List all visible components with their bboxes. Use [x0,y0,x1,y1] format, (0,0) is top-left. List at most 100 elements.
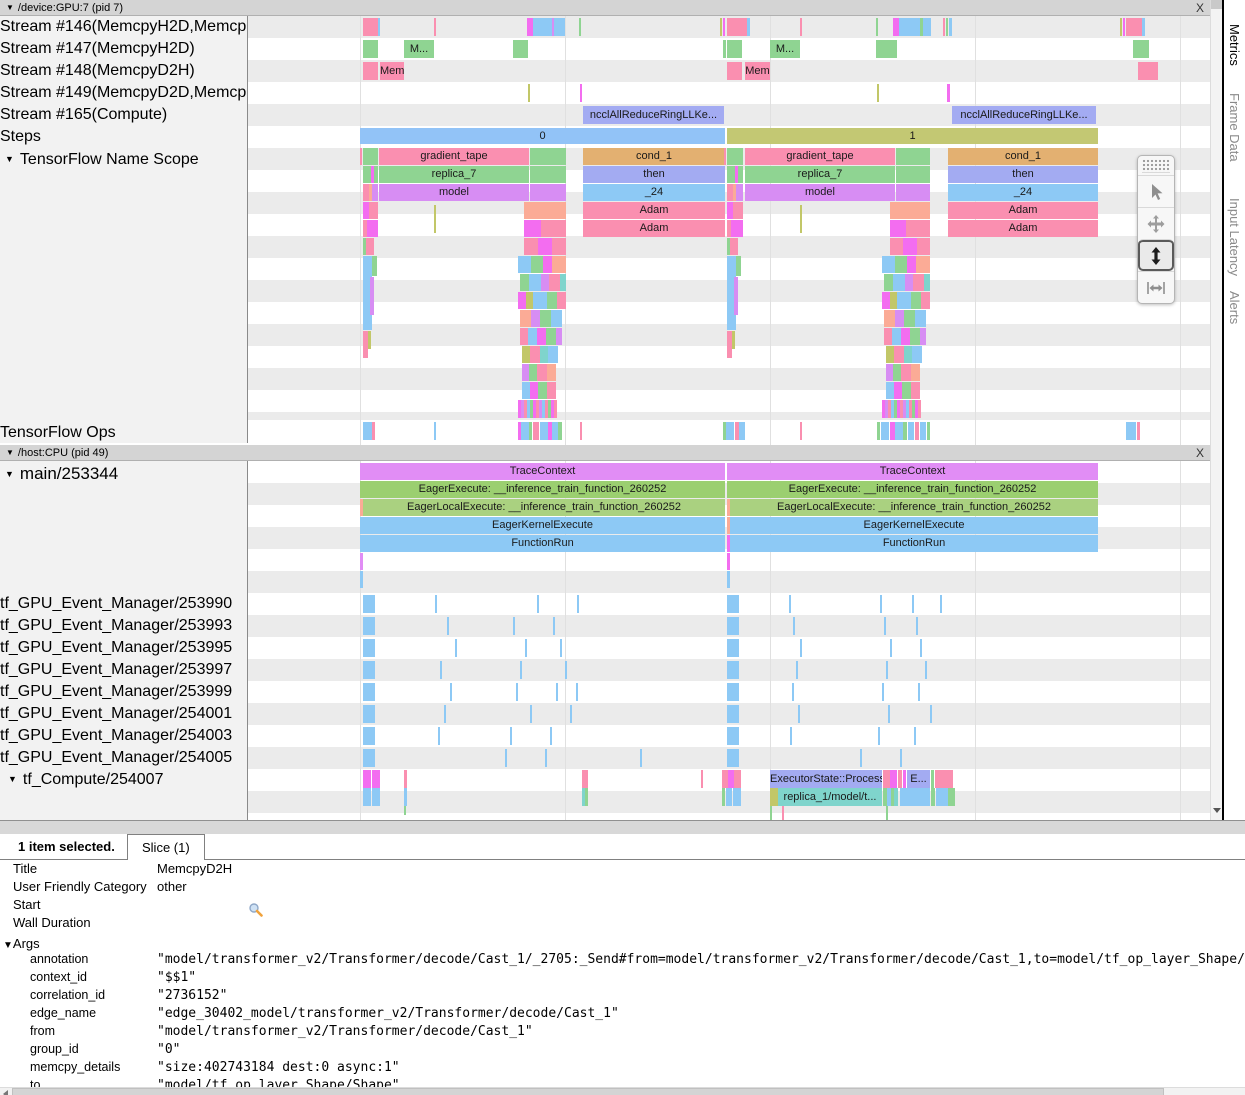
trace-event-bar[interactable] [565,661,567,679]
trace-event-bar[interactable] [533,292,547,309]
trace-event-bar[interactable] [897,292,911,309]
trace-event-bar[interactable] [372,184,378,201]
trace-event-bar[interactable] [363,749,375,767]
trace-event-bar[interactable] [360,553,363,570]
row-label-gpu[interactable]: ▼TensorFlow Name Scope [5,151,199,169]
trace-event-bar[interactable] [369,202,378,219]
trace-event-bar[interactable] [547,292,557,309]
trace-event-bar[interactable] [582,770,588,788]
trace-event-bar[interactable] [892,328,901,345]
trace-event-bar[interactable] [540,346,548,363]
trace-event-bar[interactable] [876,40,897,58]
trace-event-bar[interactable] [513,40,528,58]
trace-event-bar[interactable]: Mem [380,62,404,80]
trace-event-bar[interactable] [770,806,772,820]
collapse-triangle-icon[interactable]: ▼ [5,469,14,479]
trace-event-bar[interactable] [884,328,892,345]
trace-event-bar[interactable] [374,166,378,183]
trace-event-bar[interactable] [546,328,556,345]
trace-event-bar[interactable] [450,683,452,701]
trace-event-bar[interactable] [903,770,906,788]
tab-slice[interactable]: Slice (1) [127,834,205,860]
trace-event-bar[interactable] [560,639,562,657]
trace-event-bar[interactable] [548,346,558,363]
trace-event-bar[interactable] [363,639,375,657]
trace-event-bar[interactable] [906,220,930,237]
trace-event-bar[interactable] [522,364,529,381]
trace-event-bar[interactable] [918,400,921,418]
trace-event-bar[interactable] [580,84,582,102]
trace-event-bar[interactable]: EagerLocalExecute: __inference_train_fun… [730,499,1098,516]
trace-event-bar[interactable] [901,364,911,381]
trace-event-bar[interactable] [722,788,725,806]
trace-event-bar[interactable] [1142,18,1145,36]
trace-event-bar[interactable] [896,166,930,183]
pan-tool-button[interactable] [1138,207,1174,239]
trace-event-bar[interactable] [520,661,522,679]
trace-event-bar[interactable] [513,617,515,635]
panel-drag-strip[interactable] [0,821,1245,834]
trace-event-bar[interactable]: Adam [583,220,725,237]
trace-event-bar[interactable] [524,238,538,255]
scroll-down-arrow-icon[interactable] [1213,808,1221,813]
trace-event-bar[interactable]: ExecutorState::Process [770,770,882,788]
cpu-process-header[interactable]: ▼/host:CPU (pid 49) X [0,445,1210,461]
trace-event-bar[interactable] [915,310,926,327]
trace-event-bar[interactable] [520,328,528,345]
horizontal-scrollbar-thumb[interactable] [12,1088,1164,1095]
trace-event-bar[interactable]: Mem [745,62,770,80]
trace-event-bar[interactable] [727,18,747,36]
side-tab-metrics[interactable]: Metrics [1227,24,1242,66]
trace-event-bar[interactable] [770,788,778,806]
trace-event-bar[interactable] [570,705,572,723]
trace-event-bar[interactable] [727,40,742,58]
trace-event-bar[interactable] [518,256,531,273]
trace-event-bar[interactable]: EagerExecute: __inference_train_function… [360,481,725,498]
trace-event-bar[interactable] [940,595,942,613]
trace-event-bar[interactable] [541,220,566,237]
trace-event-bar[interactable] [893,364,901,381]
trace-event-bar[interactable] [914,727,916,745]
trace-event-bar[interactable] [900,749,902,767]
trace-event-bar[interactable] [734,770,741,788]
trace-event-bar[interactable] [943,18,945,36]
collapse-triangle-icon[interactable]: ▼ [6,3,14,12]
trace-event-bar[interactable] [727,683,739,701]
trace-event-bar[interactable] [912,595,914,613]
args-section-header[interactable]: ▼Args [3,936,40,951]
gpu-process-header[interactable]: ▼/device:GPU:7 (pid 7) X [0,0,1210,16]
trace-event-bar[interactable] [558,422,562,440]
trace-event-bar[interactable]: model [745,184,895,201]
trace-event-bar[interactable] [890,770,897,788]
side-tab-alerts[interactable]: Alerts [1227,291,1242,324]
trace-event-bar[interactable]: 1 [727,128,1098,144]
trace-event-bar[interactable] [931,770,934,788]
trace-event-bar[interactable]: FunctionRun [360,535,725,552]
collapse-triangle-icon[interactable]: ▼ [5,154,14,164]
trace-event-bar[interactable] [736,184,743,201]
trace-event-bar[interactable] [1123,18,1125,36]
trace-event-bar[interactable] [921,292,930,309]
trace-event-bar[interactable] [924,274,930,291]
trace-event-bar[interactable]: gradient_tape [745,148,895,165]
trace-event-bar[interactable] [738,166,743,183]
trace-event-bar[interactable] [372,256,377,276]
trace-event-bar[interactable]: model [379,184,529,201]
trace-event-bar[interactable] [576,683,578,701]
trace-event-bar[interactable] [790,727,792,745]
trace-event-bar[interactable] [860,749,862,767]
trace-event-bar[interactable]: ncclAllReduceRingLLKe... [583,106,724,124]
trace-event-bar[interactable] [363,422,372,440]
trace-event-bar[interactable] [552,238,566,255]
trace-event-bar[interactable] [896,184,930,201]
trace-event-bar[interactable] [880,595,882,613]
trace-event-bar[interactable] [878,727,880,745]
trace-event-bar[interactable] [510,727,512,745]
args-triangle-icon[interactable]: ▼ [3,940,13,951]
trace-event-bar[interactable] [1126,422,1136,440]
trace-event-bar[interactable] [882,256,895,273]
trace-event-bar[interactable] [579,18,581,36]
trace-event-bar[interactable] [727,62,742,80]
trace-event-bar[interactable] [724,148,726,165]
trace-event-bar[interactable] [518,292,526,309]
